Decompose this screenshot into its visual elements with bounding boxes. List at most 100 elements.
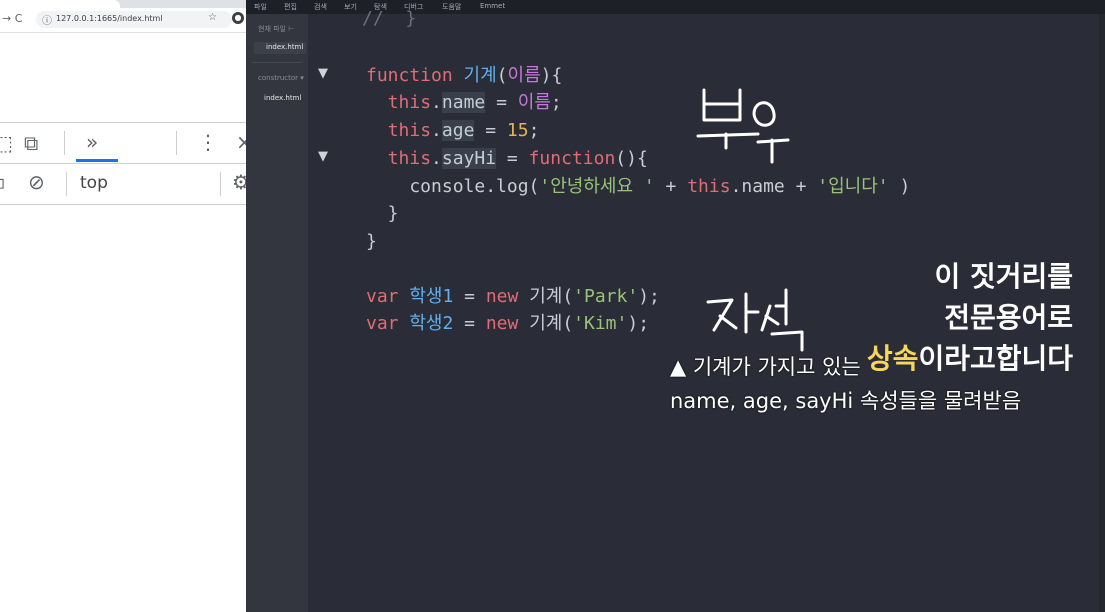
- browser-window: → C ⓘ 127.0.0.1:1665/index.html ☆ ● ⬚ ⧉ …: [0, 0, 246, 612]
- code-token: 15: [506, 120, 529, 141]
- code-token: }: [366, 231, 377, 252]
- file-sidebar: 현재 파일 ⊢ index.html constructor ▾ index.h…: [246, 14, 308, 612]
- info-icon[interactable]: ⓘ: [42, 12, 52, 27]
- menu-item[interactable]: 편집: [284, 2, 297, 12]
- code-token: var: [366, 313, 410, 334]
- code-token: (: [496, 65, 508, 86]
- menu-item[interactable]: 보기: [344, 2, 357, 12]
- code-token: +: [654, 176, 688, 197]
- code-token: 이름: [507, 65, 541, 86]
- more-tabs-button[interactable]: »: [86, 130, 98, 154]
- code-token: =: [453, 313, 486, 334]
- note-line-3: 상속이라고합니다: [867, 338, 1073, 379]
- toolbar-divider: [176, 131, 177, 155]
- fold-arrow-icon[interactable]: ▼: [318, 66, 328, 81]
- code-token: .: [431, 120, 442, 141]
- code-token: ): [888, 176, 911, 197]
- project-file-item[interactable]: index.html: [264, 94, 301, 102]
- clear-console-icon[interactable]: ⊘: [28, 170, 45, 194]
- devtools-tab-bar: ⬚ ⧉ » ⋮ ×: [0, 123, 246, 164]
- inheritance-note: 이 짓거리를 전문용어로 상속이라고합니다: [867, 256, 1073, 379]
- code-line[interactable]: console.log('안녕하세요 ' + this.name + '입니다'…: [366, 174, 910, 200]
- sidebar-toggle-icon[interactable]: ▫: [0, 170, 6, 194]
- code-token: function: [366, 65, 464, 86]
- code-line[interactable]: this.sayHi = function(){: [366, 146, 648, 172]
- code-editor: 파일 편집 검색 보기 탐색 디버그 도움말 Emmet 현재 파일 ⊢ index.html…: [246, 0, 1105, 612]
- code-line[interactable]: var 학생1 = new 기계('Park');: [366, 284, 660, 310]
- code-token: =: [453, 286, 486, 307]
- code-token: ){: [540, 65, 563, 86]
- console-toolbar: ▫ ⊘ top ⚙: [0, 164, 246, 205]
- close-icon[interactable]: ×: [236, 130, 246, 154]
- code-line[interactable]: function 기계(이름){: [366, 63, 562, 89]
- code-token: 기계(: [529, 313, 574, 334]
- inspect-element-icon[interactable]: ⬚: [0, 131, 13, 155]
- settings-gear-icon[interactable]: ⚙: [232, 170, 246, 194]
- code-token: this: [687, 176, 731, 197]
- code-token: function: [528, 148, 616, 169]
- code-token: new: [485, 286, 530, 307]
- code-token: console.log(: [366, 176, 540, 197]
- code-token: // }: [362, 8, 417, 29]
- browser-tab-strip: [0, 0, 246, 8]
- bookmark-star-icon[interactable]: ☆: [208, 12, 217, 23]
- active-tab-underline: [76, 159, 118, 162]
- browser-tab[interactable]: [0, 0, 120, 8]
- fold-arrow-icon[interactable]: ▼: [318, 149, 328, 164]
- context-selector[interactable]: top: [80, 173, 108, 193]
- note-line-1: 이 짓거리를: [934, 260, 1073, 293]
- note-highlight: 상속: [866, 342, 919, 375]
- code-line[interactable]: // }: [362, 6, 416, 32]
- code-token: .: [431, 148, 442, 169]
- code-token: 이름: [517, 92, 551, 113]
- working-files-title: 현재 파일 ⊢: [258, 25, 295, 33]
- address-url: 127.0.0.1:1665/index.html: [56, 14, 163, 23]
- scrollbar-track[interactable]: [1099, 14, 1105, 612]
- code-token: 'Kim': [573, 313, 628, 334]
- code-token: age: [441, 120, 475, 141]
- code-token: name: [441, 92, 486, 113]
- project-title[interactable]: constructor ▾: [258, 74, 304, 82]
- kebab-menu-icon[interactable]: ⋮: [198, 130, 218, 154]
- toolbar-divider: [220, 172, 221, 196]
- code-token: );: [627, 313, 650, 334]
- menu-item[interactable]: 검색: [314, 2, 327, 12]
- code-token: var: [366, 286, 410, 307]
- code-token: this: [387, 148, 432, 169]
- toolbar-divider: [66, 172, 67, 196]
- code-token: .name +: [730, 176, 818, 197]
- sidebar-divider: [252, 62, 302, 63]
- handwriting-parent-drawing: [696, 88, 790, 164]
- caption-line-2: name, age, sayHi 속성들을 물려받음: [670, 389, 1022, 413]
- toolbar-divider: [64, 131, 65, 155]
- code-token: =: [485, 92, 518, 113]
- code-token: 'Park': [573, 286, 639, 307]
- menu-item[interactable]: 파일: [254, 2, 267, 12]
- code-token: =: [474, 120, 507, 141]
- browser-toolbar: → C ⓘ 127.0.0.1:1665/index.html ☆ ●: [0, 8, 246, 33]
- handwriting-child-drawing: [706, 288, 804, 352]
- code-line[interactable]: var 학생2 = new 기계('Kim');: [366, 311, 649, 337]
- code-token: );: [638, 286, 660, 307]
- code-token: '안녕하세요 ': [539, 176, 655, 197]
- code-token: }: [366, 203, 399, 224]
- code-token: this: [387, 120, 432, 141]
- editor-gutter: ▼ ▼: [308, 14, 362, 612]
- working-file-item[interactable]: index.html: [266, 43, 303, 51]
- code-token: (){: [615, 148, 648, 169]
- code-token: 학생1: [409, 286, 454, 307]
- device-toolbar-icon[interactable]: ⧉: [24, 131, 38, 155]
- account-avatar-icon[interactable]: ●: [232, 12, 244, 24]
- forward-arrow-icon[interactable]: → C: [2, 12, 22, 25]
- code-line[interactable]: this.age = 15;: [366, 118, 539, 144]
- code-line[interactable]: }: [366, 201, 399, 227]
- code-line[interactable]: this.name = 이름;: [366, 90, 562, 116]
- code-token: 기계: [463, 65, 497, 86]
- note-line-2: 전문용어로: [944, 301, 1073, 334]
- address-bar[interactable]: ⓘ 127.0.0.1:1665/index.html ☆: [36, 11, 232, 28]
- code-line[interactable]: }: [366, 229, 377, 255]
- code-token: 기계(: [529, 286, 574, 307]
